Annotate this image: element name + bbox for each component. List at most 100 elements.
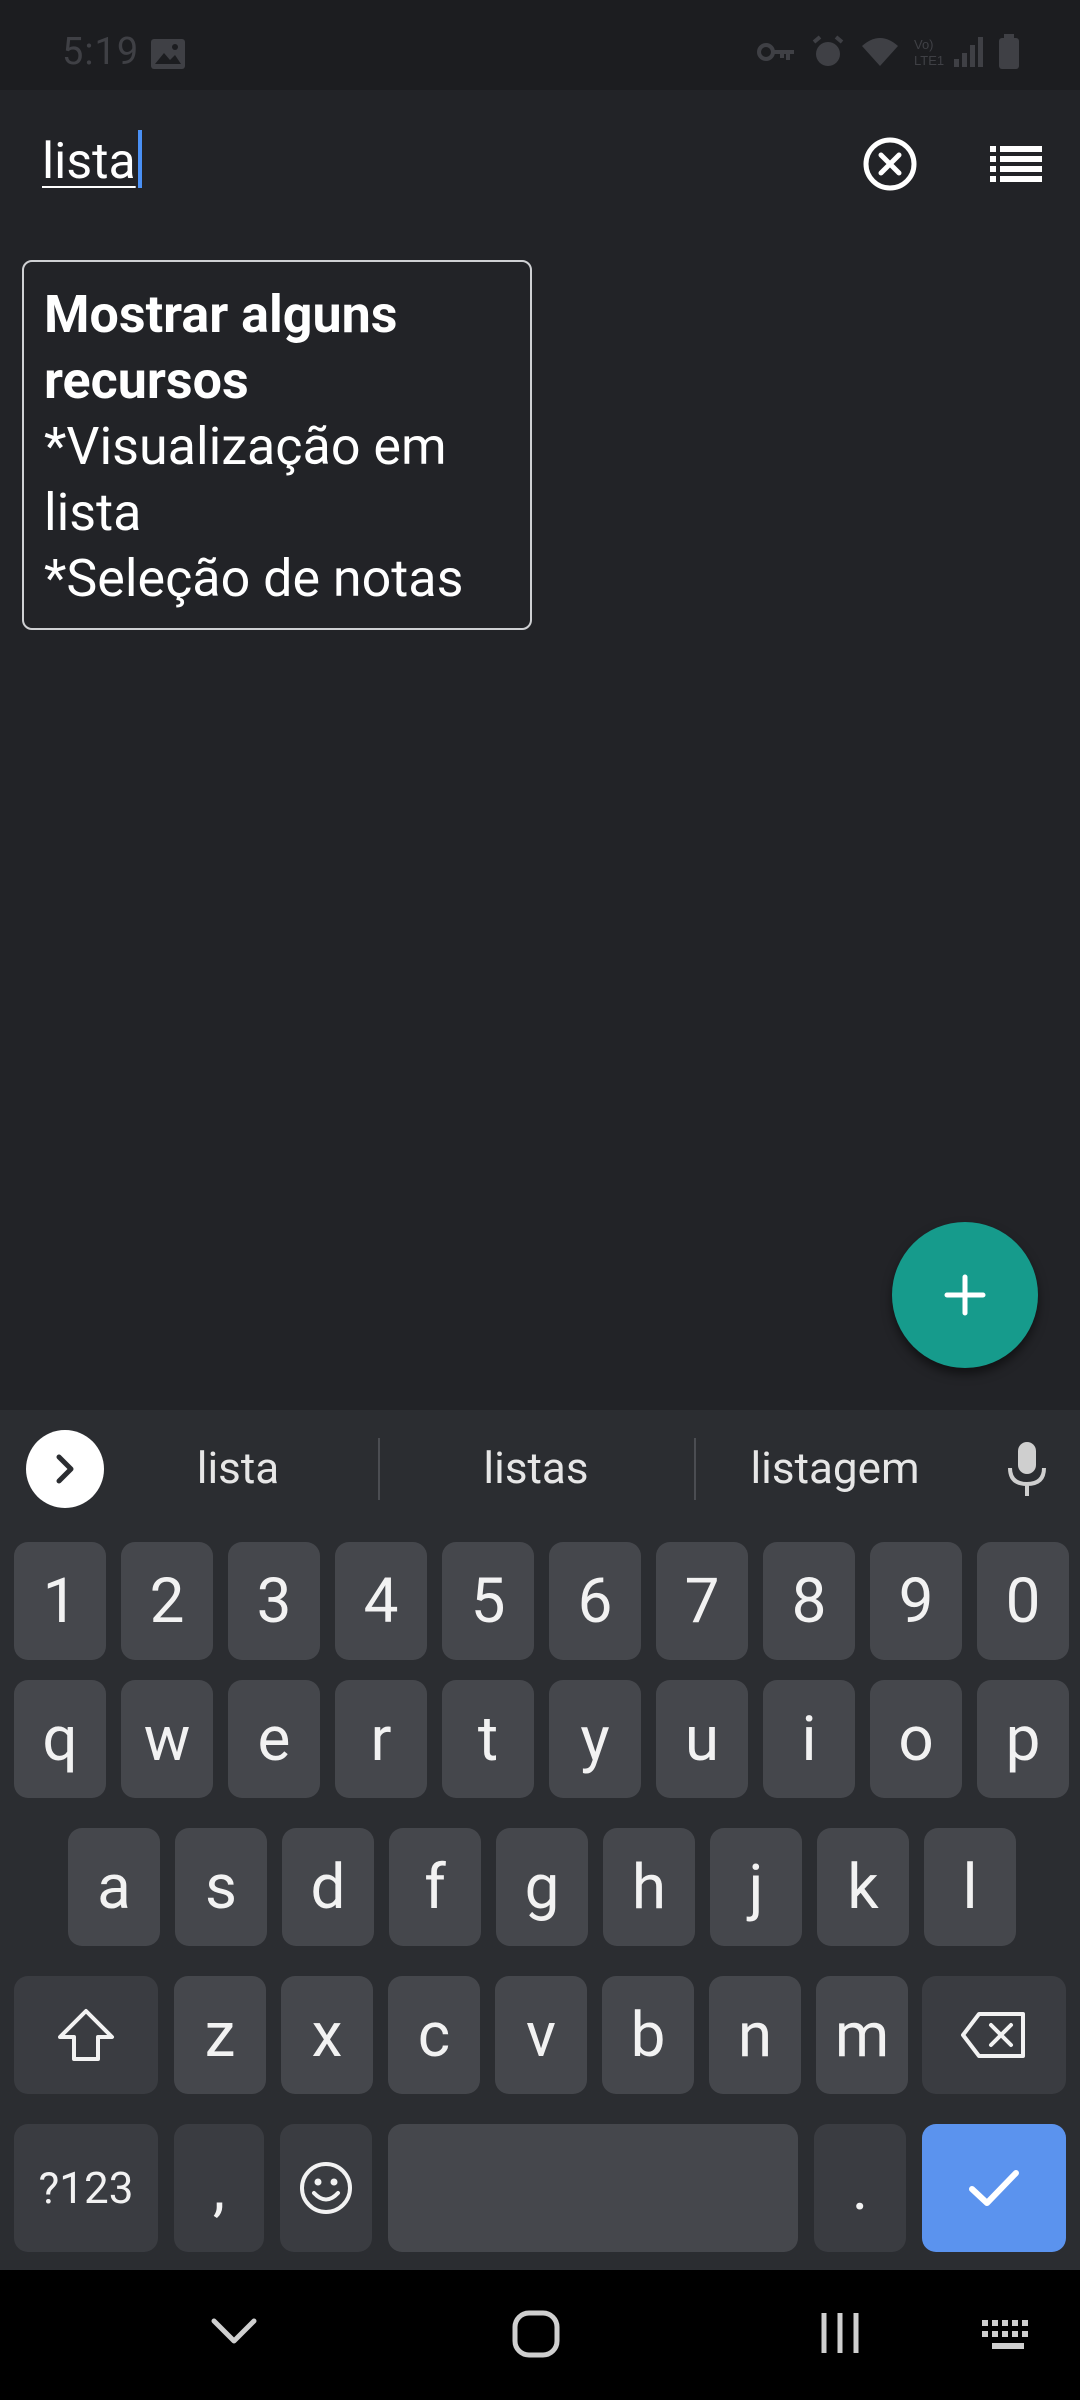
key-y-label: y (580, 1702, 610, 1776)
key-v[interactable]: v (495, 1976, 587, 2094)
expand-toolbar-button[interactable] (26, 1430, 104, 1508)
key-a-label: a (97, 1850, 131, 1924)
key-a[interactable]: a (68, 1828, 160, 1946)
key-z[interactable]: z (174, 1976, 266, 2094)
key-x[interactable]: x (281, 1976, 373, 2094)
backspace-icon (961, 2012, 1025, 2058)
key-c[interactable]: c (388, 1976, 480, 2094)
key-f-label: f (424, 1850, 446, 1924)
key-b[interactable]: b (602, 1976, 694, 2094)
status-icons: Vo) LTE1 (756, 34, 1020, 70)
key-o-label: o (898, 1702, 934, 1776)
alarm-icon (812, 35, 844, 66)
key-m[interactable]: m (816, 1976, 908, 2094)
key-3-label: 3 (256, 1564, 292, 1638)
period-key-label: . (851, 2151, 869, 2225)
key-t-label: t (477, 1702, 499, 1776)
key-g-label: g (524, 1850, 560, 1924)
key-y[interactable]: y (549, 1680, 641, 1798)
keyboard-switch-icon[interactable] (980, 2318, 1036, 2352)
signal-icon: Vo)LTE1 (914, 37, 983, 68)
home-icon[interactable] (510, 2308, 562, 2360)
backspace-key[interactable] (922, 1976, 1066, 2094)
done-key[interactable] (922, 2124, 1066, 2252)
battery-icon (999, 34, 1019, 69)
key-7[interactable]: 7 (656, 1542, 748, 1660)
chevron-right-icon (56, 1454, 74, 1484)
key-p[interactable]: p (977, 1680, 1069, 1798)
key-4[interactable]: 4 (335, 1542, 427, 1660)
suggestion-1[interactable]: lista (150, 1442, 326, 1494)
key-s[interactable]: s (175, 1828, 267, 1946)
key-o[interactable]: o (870, 1680, 962, 1798)
key-l-label: l (962, 1850, 978, 1924)
key-r-label: r (370, 1702, 392, 1776)
key-t[interactable]: t (442, 1680, 534, 1798)
key-9[interactable]: 9 (870, 1542, 962, 1660)
key-j-label: j (748, 1850, 764, 1924)
key-u[interactable]: u (656, 1680, 748, 1798)
key-p-label: p (1005, 1702, 1041, 1776)
mic-icon[interactable] (1006, 1440, 1048, 1500)
symbols-key[interactable]: ?123 (14, 2124, 158, 2252)
key-2[interactable]: 2 (121, 1542, 213, 1660)
key-n[interactable]: n (709, 1976, 801, 2094)
hide-keyboard-icon[interactable] (210, 2316, 258, 2346)
check-icon (969, 2170, 1019, 2206)
key-3[interactable]: 3 (228, 1542, 320, 1660)
shift-key[interactable] (14, 1976, 158, 2094)
note-card[interactable]: Mostrar alguns recursos *Visualização em… (22, 260, 532, 630)
search-query: lista (42, 133, 136, 191)
symbols-key-label: ?123 (38, 2162, 134, 2214)
suggestion-2[interactable]: listas (438, 1442, 634, 1494)
suggestion-strip: lista listas listagem (0, 1410, 1080, 1528)
list-view-icon[interactable] (990, 144, 1042, 184)
key-7-label: 7 (684, 1564, 720, 1638)
key-q[interactable]: q (14, 1680, 106, 1798)
recent-apps-icon[interactable] (818, 2310, 862, 2356)
key-n-label: n (737, 1998, 773, 2072)
key-d-label: d (310, 1850, 346, 1924)
key-i[interactable]: i (763, 1680, 855, 1798)
gallery-icon (151, 39, 185, 69)
add-icon (944, 1274, 986, 1316)
key-1[interactable]: 1 (14, 1542, 106, 1660)
clear-search-icon[interactable] (862, 136, 918, 192)
suggestion-3[interactable]: listagem (726, 1442, 944, 1494)
key-4-label: 4 (363, 1564, 399, 1638)
key-6[interactable]: 6 (549, 1542, 641, 1660)
wifi-icon (862, 38, 898, 66)
key-k[interactable]: k (817, 1828, 909, 1946)
status-bar: 5:19 Vo) LTE1 (0, 0, 1080, 90)
search-bar: lista (0, 90, 1080, 240)
key-w[interactable]: w (121, 1680, 213, 1798)
text-cursor (137, 130, 142, 188)
key-1-label: 1 (42, 1564, 78, 1638)
key-u-label: u (684, 1702, 720, 1776)
key-5[interactable]: 5 (442, 1542, 534, 1660)
key-d[interactable]: d (282, 1828, 374, 1946)
key-r[interactable]: r (335, 1680, 427, 1798)
key-q-label: q (42, 1702, 78, 1776)
emoji-icon (300, 2162, 352, 2214)
key-f[interactable]: f (389, 1828, 481, 1946)
search-input[interactable]: lista (42, 130, 142, 191)
key-e[interactable]: e (228, 1680, 320, 1798)
key-8-label: 8 (791, 1564, 827, 1638)
emoji-key[interactable] (280, 2124, 372, 2252)
space-key[interactable] (388, 2124, 798, 2252)
key-j[interactable]: j (710, 1828, 802, 1946)
comma-key[interactable]: , (174, 2124, 264, 2252)
key-8[interactable]: 8 (763, 1542, 855, 1660)
key-m-label: m (834, 1998, 890, 2072)
key-0[interactable]: 0 (977, 1542, 1069, 1660)
key-5-label: 5 (470, 1564, 506, 1638)
key-l[interactable]: l (924, 1828, 1016, 1946)
key-2-label: 2 (149, 1564, 185, 1638)
key-h[interactable]: h (603, 1828, 695, 1946)
key-h-label: h (631, 1850, 667, 1924)
add-note-button[interactable] (892, 1222, 1038, 1368)
key-g[interactable]: g (496, 1828, 588, 1946)
shift-icon (58, 2009, 114, 2061)
period-key[interactable]: . (814, 2124, 906, 2252)
